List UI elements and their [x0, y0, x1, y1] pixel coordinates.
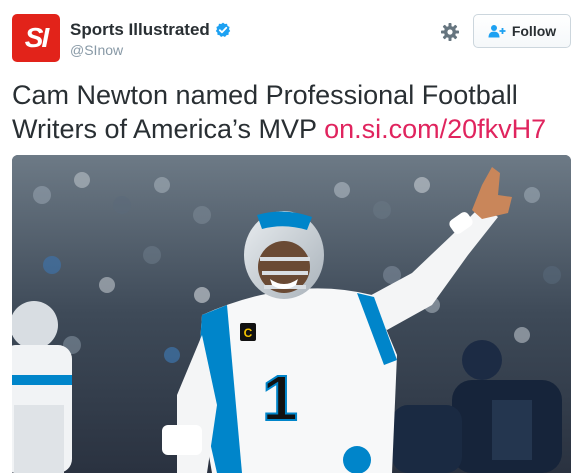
account-handle[interactable]: @SInow	[70, 42, 123, 58]
avatar[interactable]: SI	[12, 14, 60, 62]
tweet-photo[interactable]: 1 C	[12, 155, 571, 473]
captain-letter: C	[244, 326, 253, 340]
tweet-link[interactable]: on.si.com/20fkvH7	[324, 114, 546, 144]
tweet-text: Cam Newton named Professional Football W…	[12, 78, 577, 146]
verified-badge-icon	[215, 22, 231, 37]
gear-icon[interactable]	[440, 22, 460, 42]
photo-illustration: 1 C	[12, 155, 571, 473]
account-name[interactable]: Sports Illustrated	[70, 20, 210, 40]
si-logo: SI	[24, 22, 49, 53]
add-user-icon	[488, 25, 506, 38]
jersey-number: 1	[262, 362, 298, 434]
account-name-row: Sports Illustrated	[70, 19, 231, 41]
follow-label: Follow	[511, 23, 557, 39]
follow-button[interactable]: Follow	[473, 14, 571, 48]
